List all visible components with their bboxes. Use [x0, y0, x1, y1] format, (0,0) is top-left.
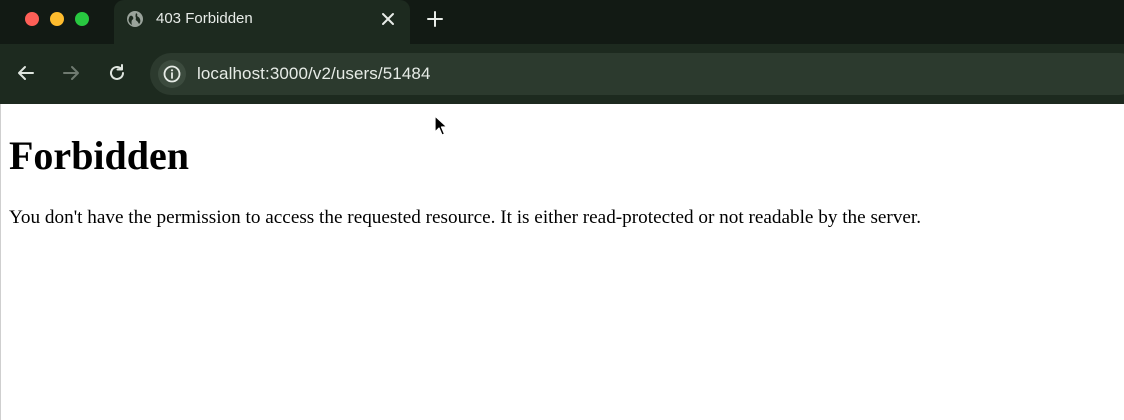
- error-message: You don't have the permission to access …: [9, 207, 922, 228]
- tab-title: 403 Forbidden: [156, 10, 253, 27]
- browser-toolbar: localhost:3000/v2/users/51484: [0, 44, 1124, 104]
- window-maximize-button[interactable]: [75, 12, 89, 26]
- info-icon: [163, 65, 181, 83]
- url-text[interactable]: localhost:3000/v2/users/51484: [197, 64, 431, 84]
- reload-icon[interactable]: [106, 62, 128, 84]
- arrow-right-icon[interactable]: [60, 62, 82, 84]
- address-bar[interactable]: localhost:3000/v2/users/51484: [150, 53, 1124, 95]
- window-minimize-button[interactable]: [50, 12, 64, 26]
- page-title: Forbidden: [9, 133, 190, 178]
- mouse-cursor-icon: [434, 115, 448, 136]
- tab-strip: 403 Forbidden: [0, 0, 1124, 44]
- tab-close-icon[interactable]: [379, 10, 397, 28]
- site-info-button[interactable]: [158, 60, 186, 88]
- new-tab-icon[interactable]: [424, 8, 446, 30]
- arrow-left-icon[interactable]: [15, 62, 37, 84]
- globe-icon: [127, 11, 143, 27]
- page-content: Forbidden You don't have the permission …: [0, 104, 1124, 420]
- tab-active[interactable]: 403 Forbidden: [114, 0, 410, 44]
- browser-chrome: 403 Forbidden localhost:3000/v2/users/51…: [0, 0, 1124, 104]
- window-close-button[interactable]: [25, 12, 39, 26]
